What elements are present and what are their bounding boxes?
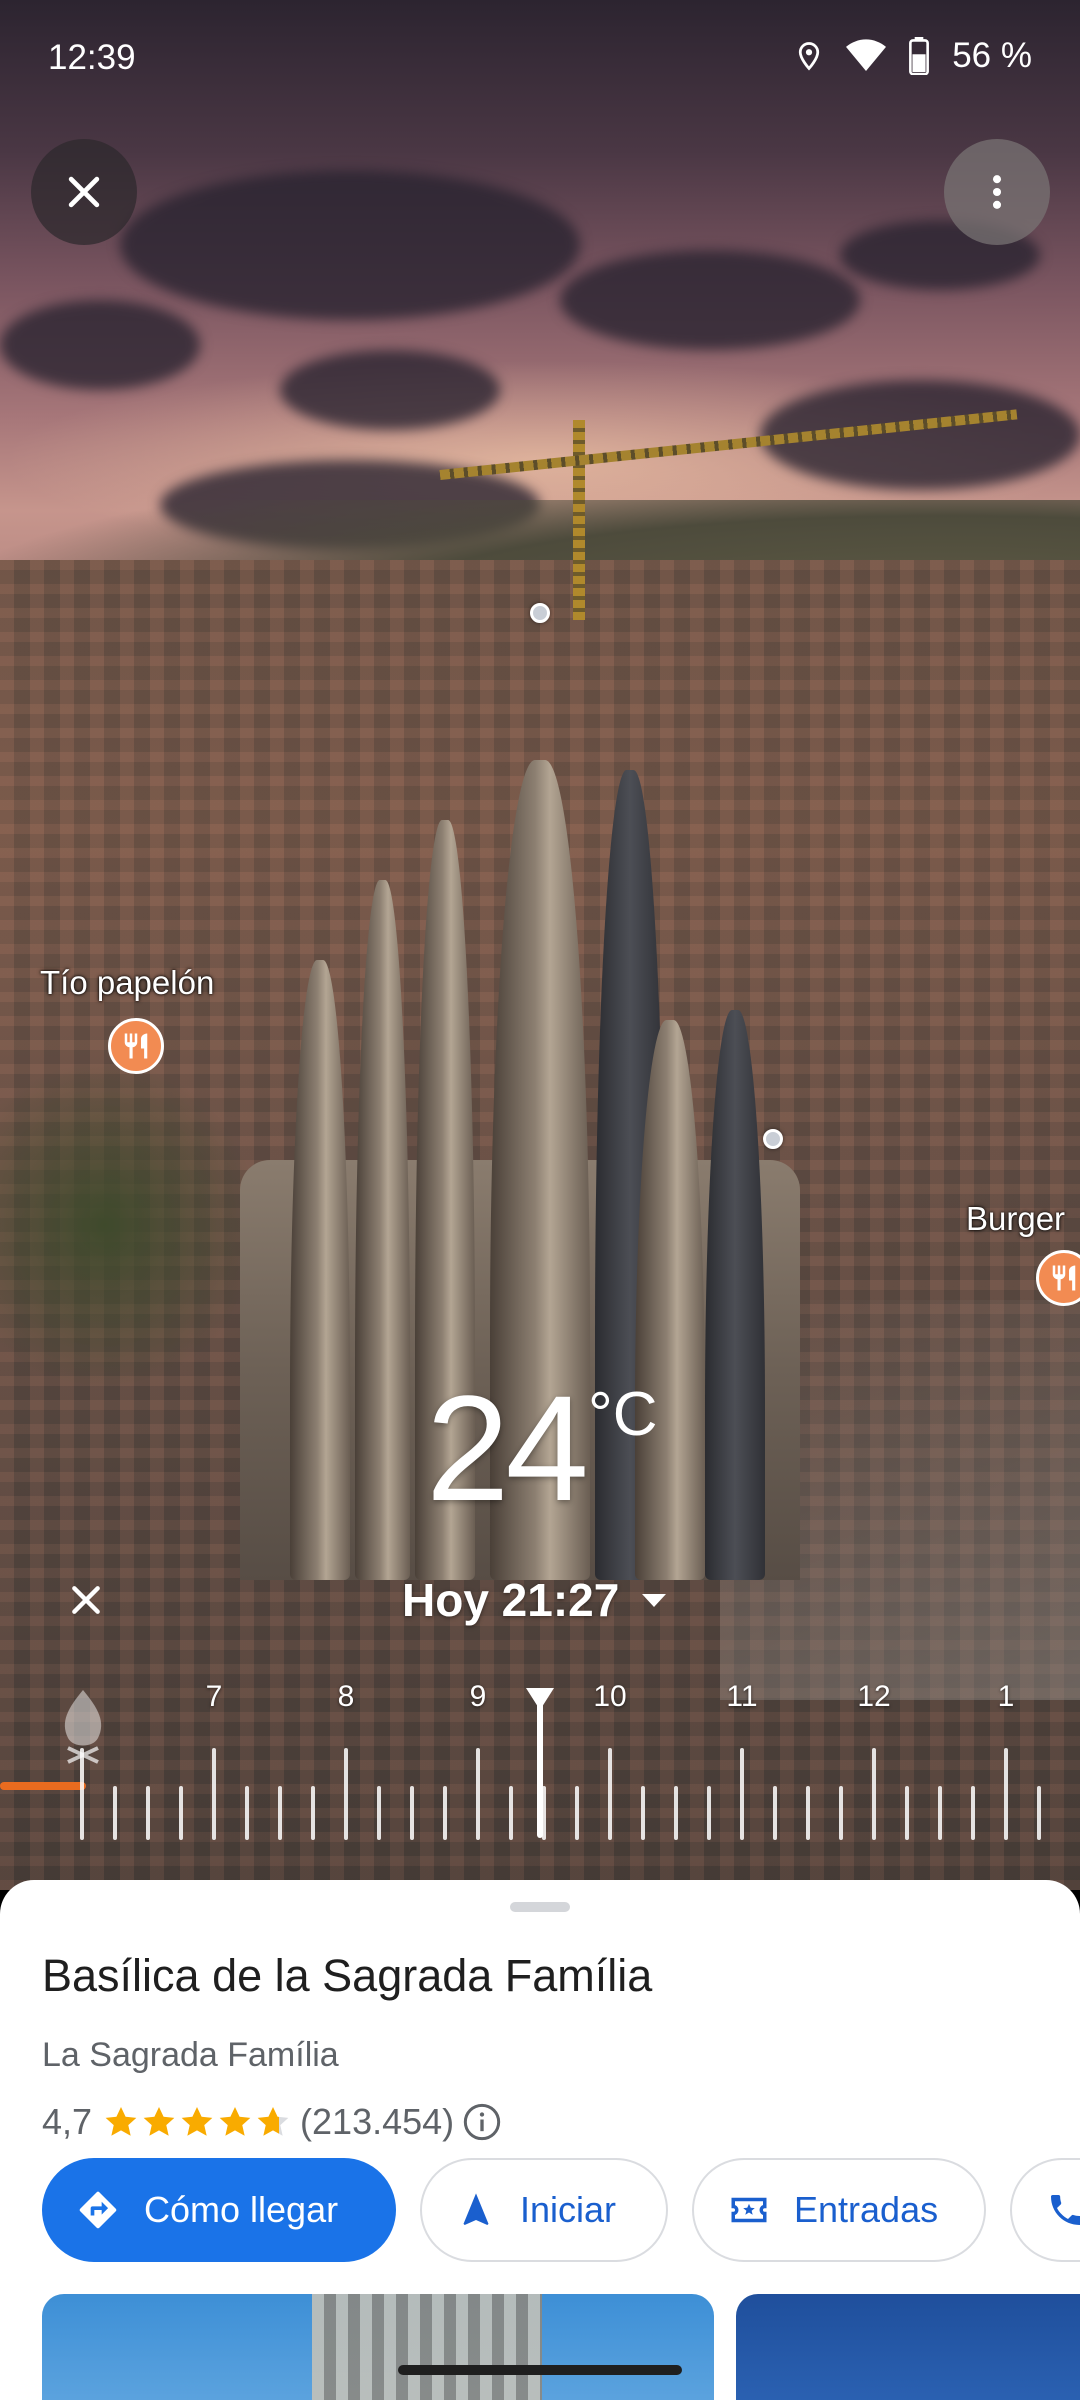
battery-icon: [909, 37, 930, 75]
timeline-minor-tick: [509, 1786, 513, 1840]
place-label-burger[interactable]: Burger: [966, 1200, 1065, 1238]
status-time: 12:39: [48, 38, 136, 77]
photo-strip[interactable]: [42, 2294, 1080, 2400]
tickets-label: Entradas: [794, 2189, 939, 2230]
timeline-hour-label: 12: [857, 1680, 891, 1713]
timeline-minor-tick: [938, 1786, 942, 1840]
cloud: [280, 350, 500, 430]
timeline-close-button[interactable]: [56, 1570, 116, 1630]
timeline-hour-label: 1: [997, 1680, 1015, 1713]
star-rating: [102, 2103, 292, 2141]
directions-label: Cómo llegar: [144, 2189, 339, 2230]
timeline-cursor[interactable]: [537, 1702, 543, 1838]
location-icon: [799, 42, 820, 71]
timeline-minor-tick: [905, 1786, 909, 1840]
map-point-marker[interactable]: [763, 1129, 783, 1149]
ticket-icon: [731, 2197, 767, 2223]
tickets-button[interactable]: Entradas: [692, 2158, 986, 2262]
directions-button[interactable]: Cómo llegar: [42, 2158, 396, 2262]
star-icon: [219, 2106, 251, 2136]
timeline-minor-tick: [575, 1786, 579, 1840]
timeline-minor-tick: [806, 1786, 810, 1840]
timeline-hour-tick: [872, 1748, 876, 1840]
timeline-minor-tick: [971, 1786, 975, 1840]
map-point-marker[interactable]: [530, 603, 550, 623]
battery-percentage: 56 %: [952, 36, 1032, 75]
review-count: (213.454): [300, 2101, 455, 2142]
more-options-button[interactable]: [944, 139, 1050, 245]
hour-timeline-slider[interactable]: 7 8 9 10 11 12 1: [0, 1680, 1080, 1860]
directions-icon: [79, 2191, 117, 2229]
restaurant-icon[interactable]: [108, 1018, 164, 1074]
place-bottom-sheet[interactable]: Basílica de la Sagrada Família La Sagrad…: [0, 1880, 1080, 2400]
place-photo[interactable]: [42, 2294, 714, 2400]
place-title: Basílica de la Sagrada Família: [42, 1950, 653, 2001]
status-bar: 12:39 56 %: [0, 0, 1080, 120]
gesture-navigation-bar[interactable]: [398, 2365, 682, 2375]
time-selector-label: Hoy 21:27: [402, 1574, 620, 1626]
timeline-minor-tick: [410, 1786, 414, 1840]
close-button[interactable]: [31, 139, 137, 245]
timeline-minor-tick: [377, 1786, 381, 1840]
timeline-minor-tick: [179, 1786, 183, 1840]
timeline-hour-tick: [212, 1748, 216, 1840]
timeline-hour-label: 11: [726, 1680, 758, 1713]
spire: [290, 960, 350, 1580]
temperature-value: 24: [426, 1364, 589, 1532]
timeline-hour-label: 7: [205, 1680, 223, 1713]
time-selector-dropdown[interactable]: Hoy 21:27: [402, 1568, 667, 1632]
rating-value: 4,7: [42, 2101, 93, 2142]
temperature-unit: °C: [588, 1380, 658, 1449]
star-icon: [143, 2106, 175, 2136]
star-icon: [105, 2106, 137, 2136]
place-label-tio-papelon[interactable]: Tío papelón: [40, 964, 214, 1002]
cloud: [560, 250, 860, 350]
cloud: [0, 300, 200, 390]
sheet-drag-handle[interactable]: [510, 1902, 570, 1912]
timeline-hour-tick: [1004, 1748, 1008, 1840]
more-vert-icon: [992, 175, 1002, 209]
star-icon: [181, 2106, 213, 2136]
timeline-minor-tick: [839, 1786, 843, 1840]
place-photo[interactable]: [736, 2294, 1080, 2400]
temperature-display: 24 °C: [426, 1373, 658, 1523]
close-icon: [68, 176, 100, 208]
close-icon: [72, 1586, 100, 1614]
timeline-minor-tick: [707, 1786, 711, 1840]
place-subtitle: La Sagrada Família: [42, 2036, 339, 2074]
wifi-icon: [846, 39, 887, 71]
timeline-hour-tick: [740, 1748, 744, 1840]
spire: [355, 880, 410, 1580]
timeline-minor-tick: [674, 1786, 678, 1840]
timeline-hour-label: 9: [469, 1680, 487, 1713]
timeline-minor-tick: [146, 1786, 150, 1840]
timeline-hour-tick: [608, 1748, 612, 1840]
timeline-hour-label: 8: [337, 1680, 355, 1713]
timeline-minor-tick: [311, 1786, 315, 1840]
start-label: Iniciar: [520, 2189, 617, 2230]
call-button[interactable]: [1010, 2158, 1080, 2262]
start-navigation-button[interactable]: Iniciar: [420, 2158, 668, 2262]
timeline-hour-tick: [344, 1748, 348, 1840]
navigation-arrow-icon: [463, 2193, 489, 2225]
timeline-hour-label: 10: [593, 1680, 627, 1713]
phone-icon: [1051, 2195, 1080, 2225]
timeline-hour-tick: [476, 1748, 480, 1840]
cloud: [120, 170, 580, 320]
timeline-minor-tick: [773, 1786, 777, 1840]
rating-row[interactable]: 4,7 (213.454): [42, 2096, 502, 2148]
timeline-minor-tick: [641, 1786, 645, 1840]
info-icon[interactable]: [462, 2102, 502, 2142]
timeline-minor-tick: [443, 1786, 447, 1840]
star-icon: [257, 2106, 289, 2136]
action-chips: Cómo llegar Iniciar Entradas: [42, 2158, 1080, 2262]
timeline-minor-tick: [278, 1786, 282, 1840]
timeline-minor-tick: [245, 1786, 249, 1840]
dropdown-arrow-icon: [642, 1594, 667, 1607]
timeline-minor-tick: [113, 1786, 117, 1840]
timeline-hour-tick: [80, 1748, 84, 1840]
status-icons: 56 %: [794, 36, 1032, 76]
spire: [705, 1010, 765, 1580]
timeline-minor-tick: [1037, 1786, 1041, 1840]
